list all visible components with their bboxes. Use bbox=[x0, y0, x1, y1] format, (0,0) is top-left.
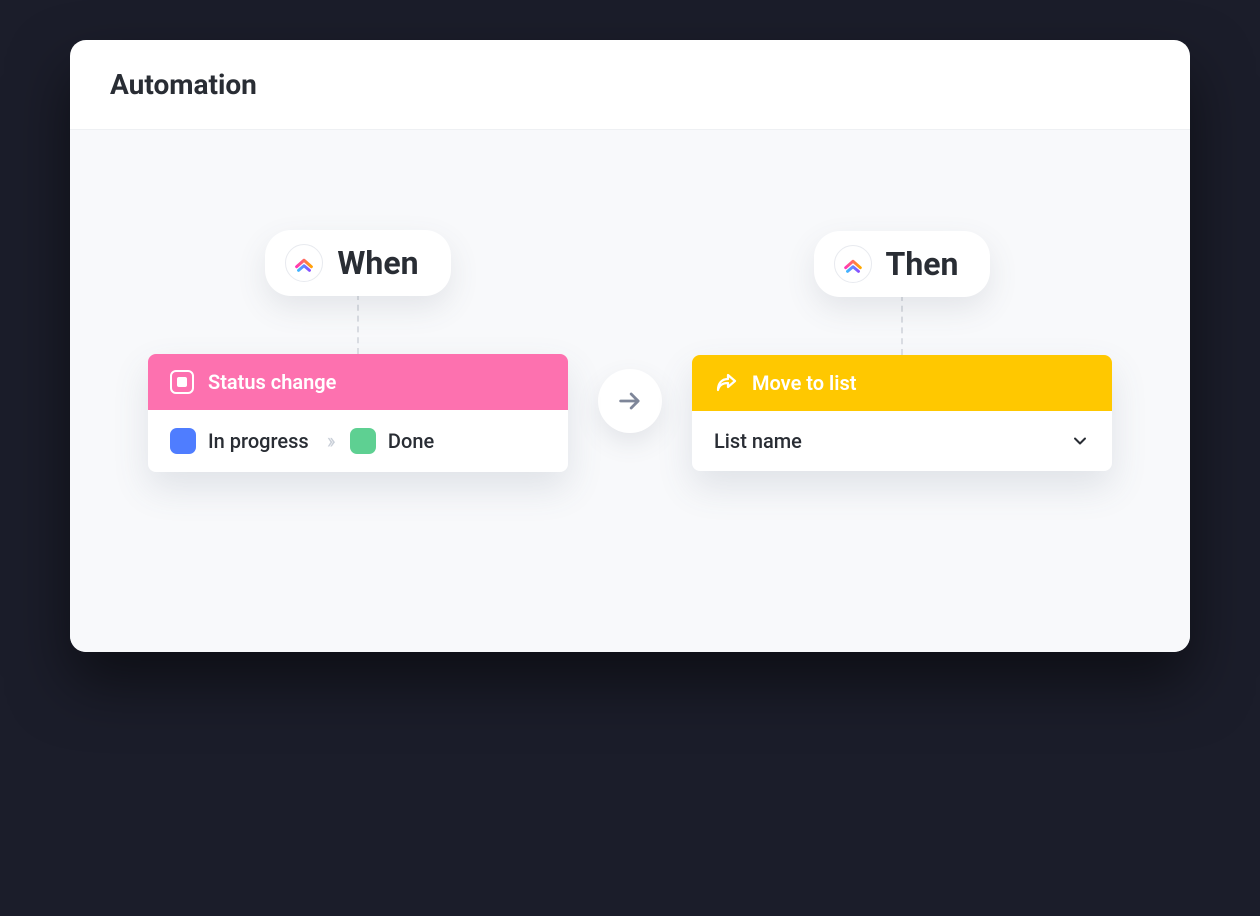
share-arrow-icon bbox=[714, 371, 738, 395]
action-title: Move to list bbox=[752, 371, 856, 395]
trigger-card[interactable]: Status change In progress ›› Done bbox=[148, 354, 568, 472]
status-swatch-from bbox=[170, 428, 196, 454]
status-box-icon bbox=[170, 370, 194, 394]
status-to-label: Done bbox=[388, 429, 434, 453]
chevrons-right-icon: ›› bbox=[321, 429, 338, 454]
flow-arrow bbox=[598, 369, 662, 433]
automation-panel: Automation bbox=[70, 40, 1190, 652]
trigger-card-header: Status change bbox=[148, 354, 568, 410]
list-select-label: List name bbox=[714, 429, 802, 453]
then-column: Then Move to list List name bbox=[692, 231, 1112, 471]
automation-flow: When Status change In progress ›› Done bbox=[130, 230, 1130, 472]
action-card[interactable]: Move to list List name bbox=[692, 355, 1112, 471]
panel-body: When Status change In progress ›› Done bbox=[70, 130, 1190, 652]
action-card-body: List name bbox=[692, 411, 1112, 471]
panel-header: Automation bbox=[70, 40, 1190, 130]
trigger-card-body: In progress ›› Done bbox=[148, 410, 568, 472]
list-select[interactable]: List name bbox=[714, 429, 1090, 453]
chevron-down-icon bbox=[1070, 431, 1090, 451]
clickup-logo-icon bbox=[285, 244, 323, 282]
arrow-right-icon bbox=[616, 387, 644, 415]
clickup-logo-icon bbox=[834, 245, 872, 283]
when-label: When bbox=[337, 244, 418, 282]
status-from-label: In progress bbox=[208, 429, 309, 453]
then-label: Then bbox=[886, 245, 959, 283]
when-column: When Status change In progress ›› Done bbox=[148, 230, 568, 472]
trigger-title: Status change bbox=[208, 370, 336, 394]
when-pill[interactable]: When bbox=[265, 230, 450, 296]
then-connector bbox=[901, 295, 903, 355]
when-connector bbox=[357, 294, 359, 354]
then-pill[interactable]: Then bbox=[814, 231, 991, 297]
page-title: Automation bbox=[110, 68, 1150, 101]
status-swatch-to bbox=[350, 428, 376, 454]
action-card-header: Move to list bbox=[692, 355, 1112, 411]
